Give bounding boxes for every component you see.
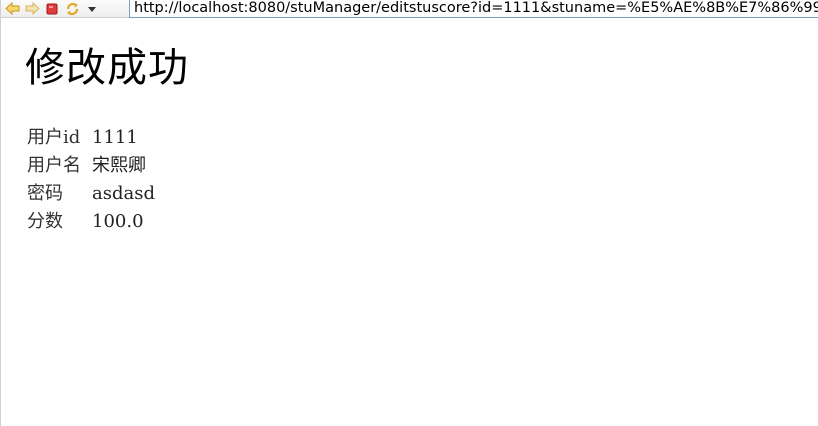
password-value: asdasd: [92, 183, 155, 204]
user-id-label: 用户id: [27, 127, 81, 148]
row-username: 用户名 宋熙卿: [27, 152, 155, 180]
score-value: 100.0: [92, 211, 144, 232]
browser-toolbar: http://localhost:8080/stuManager/editstu…: [1, 0, 818, 18]
forward-button[interactable]: [23, 1, 41, 17]
browser-window: http://localhost:8080/stuManager/editstu…: [0, 0, 818, 426]
stop-button[interactable]: [43, 1, 61, 17]
row-user-id: 用户id 1111: [27, 124, 155, 152]
forward-arrow-icon: [25, 2, 40, 15]
password-label: 密码: [27, 183, 63, 204]
username-label: 用户名: [27, 155, 81, 176]
user-info-table: 用户id 1111 用户名 宋熙卿 密码 asdasd 分数 100.0: [27, 124, 155, 236]
page-content: 修改成功 用户id 1111 用户名 宋熙卿 密码 asdasd 分数 100.…: [25, 40, 818, 232]
history-menu-button[interactable]: [83, 1, 101, 17]
stop-icon: [46, 3, 58, 15]
page-title: 修改成功: [25, 45, 189, 91]
back-button[interactable]: [3, 1, 21, 17]
url-input[interactable]: http://localhost:8080/stuManager/editstu…: [129, 0, 818, 18]
row-score: 分数 100.0: [27, 208, 155, 236]
refresh-icon: [65, 2, 80, 16]
username-value: 宋熙卿: [92, 155, 146, 176]
refresh-button[interactable]: [63, 1, 81, 17]
user-id-value: 1111: [92, 127, 138, 148]
back-arrow-icon: [4, 2, 20, 15]
dropdown-triangle-icon: [87, 5, 97, 13]
score-label: 分数: [27, 211, 63, 232]
url-text: http://localhost:8080/stuManager/editstu…: [134, 0, 818, 16]
row-password: 密码 asdasd: [27, 180, 155, 208]
